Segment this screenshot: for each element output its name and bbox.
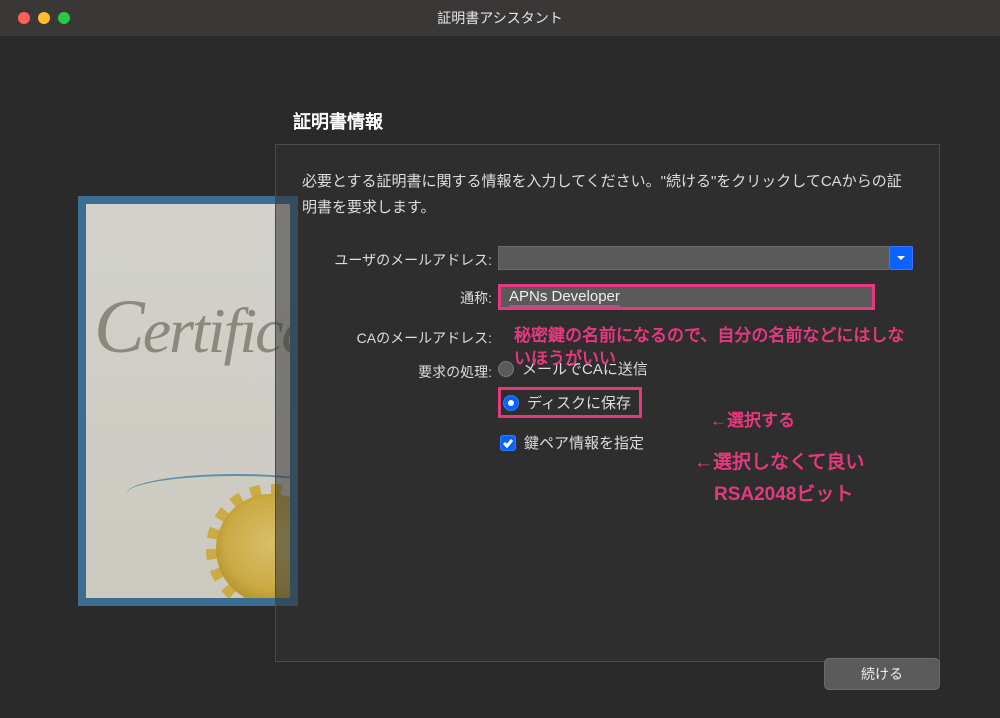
row-common-name: 通称: APNs Developer xyxy=(302,284,913,310)
row-request-handling: 要求の処理: メールでCAに送信 ディスクに保存 xyxy=(302,358,913,418)
zoom-window-button[interactable] xyxy=(58,12,70,24)
instructions-text: 必要とする証明書に関する情報を入力してください。"続ける"をクリックしてCAから… xyxy=(302,169,913,220)
certificate-word: Certificate xyxy=(94,284,298,371)
footer: 続ける xyxy=(824,658,940,690)
window-controls xyxy=(18,12,70,24)
checkbox-keypair[interactable] xyxy=(500,435,516,451)
chevron-down-icon xyxy=(896,253,906,263)
info-panel: 証明書情報 必要とする証明書に関する情報を入力してください。"続ける"をクリック… xyxy=(275,102,940,662)
content-area: Certificate 証明書情報 必要とする証明書に関する情報を入力してくださ… xyxy=(0,36,1000,718)
user-email-combo[interactable] xyxy=(498,246,913,270)
user-email-dropdown-button[interactable] xyxy=(889,246,913,270)
common-name-value: APNs Developer xyxy=(509,288,620,307)
request-label: 要求の処理: xyxy=(302,358,498,382)
check-icon xyxy=(502,437,514,449)
radio-icon xyxy=(498,361,514,377)
radio-save-to-disk-highlight: ディスクに保存 xyxy=(498,387,642,418)
radio-disk-label: ディスクに保存 xyxy=(527,392,631,413)
user-email-input[interactable] xyxy=(498,246,889,270)
panel-body: 必要とする証明書に関する情報を入力してください。"続ける"をクリックしてCAから… xyxy=(275,144,940,662)
checkbox-keypair-label: 鍵ペア情報を指定 xyxy=(524,432,644,453)
common-name-input[interactable]: APNs Developer xyxy=(498,284,875,310)
certificate-illustration: Certificate xyxy=(78,196,298,606)
common-name-label: 通称: xyxy=(302,284,498,308)
row-user-email: ユーザのメールアドレス: xyxy=(302,246,913,270)
titlebar: 証明書アシスタント xyxy=(0,0,1000,36)
panel-heading: 証明書情報 xyxy=(275,102,940,144)
window-title: 証明書アシスタント xyxy=(0,8,1000,28)
close-window-button[interactable] xyxy=(18,12,30,24)
continue-button[interactable]: 続ける xyxy=(824,658,940,690)
radio-email-to-ca[interactable]: メールでCAに送信 xyxy=(498,358,913,379)
radio-save-to-disk[interactable]: ディスクに保存 xyxy=(503,392,631,413)
radio-email-label: メールでCAに送信 xyxy=(522,358,648,379)
minimize-window-button[interactable] xyxy=(38,12,50,24)
row-ca-email: CAのメールアドレス: xyxy=(302,324,913,348)
ca-email-label: CAのメールアドレス: xyxy=(302,324,498,348)
user-email-label: ユーザのメールアドレス: xyxy=(302,246,498,270)
certificate-assistant-window: 証明書アシスタント Certificate 証明書情報 必要とする証明書に関する… xyxy=(0,0,1000,718)
radio-icon xyxy=(503,395,519,411)
checkbox-keypair-row[interactable]: 鍵ペア情報を指定 xyxy=(500,432,913,453)
